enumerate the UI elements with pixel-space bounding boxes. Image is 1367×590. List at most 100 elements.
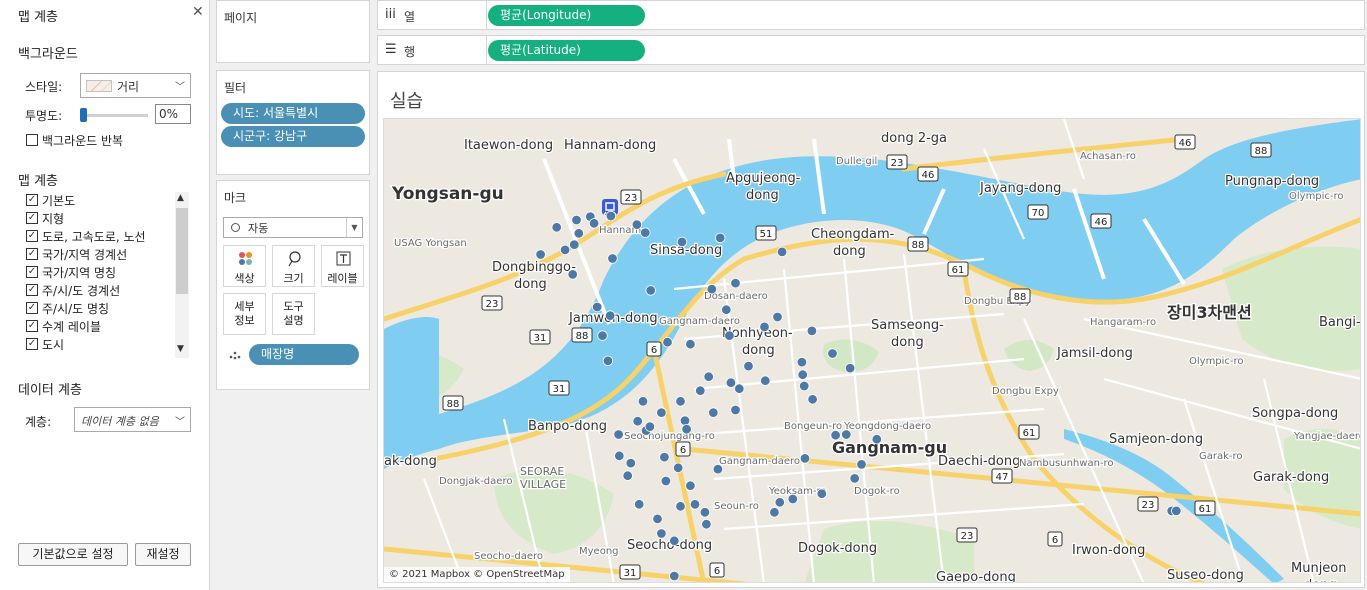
store-point[interactable] bbox=[614, 450, 625, 462]
store-point[interactable] bbox=[535, 249, 546, 260]
layer-checkbox[interactable]: ✓ bbox=[26, 230, 38, 242]
layer-item[interactable]: ✓ 도시 bbox=[22, 335, 192, 353]
store-point[interactable] bbox=[830, 430, 841, 441]
store-point[interactable] bbox=[701, 519, 712, 530]
store-point[interactable] bbox=[602, 355, 614, 367]
store-point[interactable] bbox=[633, 499, 645, 510]
layer-item[interactable]: ✓ 국가/지역 경계선 bbox=[22, 245, 192, 263]
longitude-pill[interactable]: 평균(Longitude) bbox=[488, 5, 645, 26]
layer-checkbox[interactable]: ✓ bbox=[26, 194, 38, 206]
store-point[interactable] bbox=[699, 507, 711, 518]
store-point[interactable] bbox=[759, 321, 770, 333]
store-point[interactable] bbox=[797, 369, 808, 380]
layer-checkbox[interactable]: ✓ bbox=[26, 212, 38, 224]
store-point[interactable] bbox=[849, 473, 860, 484]
store-point[interactable] bbox=[769, 507, 780, 518]
scroll-up-icon[interactable]: ▲ bbox=[177, 193, 184, 203]
store-point[interactable] bbox=[708, 407, 719, 418]
store-point[interactable] bbox=[632, 416, 643, 427]
map-canvas[interactable]: Itaewon-dong Hannam-dong dong 2-ga Yongsan-… bbox=[384, 119, 1361, 583]
store-point[interactable] bbox=[676, 236, 688, 248]
store-point[interactable] bbox=[652, 513, 663, 525]
store-point[interactable] bbox=[689, 499, 701, 510]
store-point[interactable] bbox=[669, 570, 680, 582]
store-point[interactable] bbox=[559, 244, 571, 256]
store-point[interactable] bbox=[551, 222, 562, 233]
columns-shelf[interactable]: iii 열 평균(Longitude) bbox=[377, 0, 1365, 30]
layer-item[interactable]: ✓ 도로, 고속도로, 노선 bbox=[22, 227, 192, 245]
scroll-down-icon[interactable]: ▼ bbox=[177, 344, 184, 354]
store-point[interactable] bbox=[673, 462, 684, 474]
store-point[interactable] bbox=[772, 311, 783, 323]
store-point[interactable] bbox=[706, 283, 718, 295]
label-button[interactable]: 레이블 bbox=[321, 245, 364, 287]
repeat-background-checkbox[interactable] bbox=[26, 134, 38, 146]
tooltip-button[interactable]: 도구 설명 bbox=[272, 293, 315, 335]
store-point[interactable] bbox=[669, 535, 680, 547]
store-point[interactable] bbox=[712, 463, 724, 475]
data-layer-select[interactable]: 데이터 계층 없음 ﹀ bbox=[74, 407, 191, 432]
store-point[interactable] bbox=[604, 310, 616, 321]
store-point[interactable] bbox=[591, 301, 603, 313]
store-point[interactable] bbox=[681, 424, 692, 435]
store-point[interactable] bbox=[607, 253, 618, 264]
store-point[interactable] bbox=[644, 421, 656, 432]
store-point[interactable] bbox=[856, 459, 867, 470]
store-point[interactable] bbox=[703, 371, 714, 382]
store-point[interactable] bbox=[660, 475, 672, 487]
layer-checkbox[interactable]: ✓ bbox=[26, 320, 38, 332]
layer-item[interactable]: ✓ 국가/지역 명칭 bbox=[22, 263, 192, 281]
layer-checkbox[interactable]: ✓ bbox=[26, 338, 38, 350]
pages-card[interactable]: 페이지 bbox=[216, 0, 370, 63]
layer-item[interactable]: ✓ 주/시/도 명칭 bbox=[22, 299, 192, 317]
store-point[interactable] bbox=[662, 336, 673, 348]
reset-button[interactable]: 재설정 bbox=[135, 543, 191, 566]
layer-item[interactable]: ✓ 주/시/도 경계선 bbox=[22, 281, 192, 299]
store-point[interactable] bbox=[605, 210, 617, 222]
store-point[interactable] bbox=[645, 285, 656, 296]
store-point[interactable] bbox=[730, 277, 741, 289]
store-point[interactable] bbox=[685, 480, 696, 491]
map-view[interactable]: Itaewon-dong Hannam-dong dong 2-ga Yongsan-… bbox=[383, 118, 1361, 583]
store-point[interactable] bbox=[776, 246, 788, 258]
store-point[interactable] bbox=[685, 338, 696, 350]
store-point[interactable] bbox=[695, 385, 706, 396]
store-point[interactable] bbox=[637, 396, 649, 407]
store-point[interactable] bbox=[573, 228, 585, 239]
color-button[interactable]: 색상 bbox=[223, 245, 266, 287]
store-point[interactable] bbox=[730, 404, 741, 416]
store-point[interactable] bbox=[796, 356, 808, 368]
layer-checkbox[interactable]: ✓ bbox=[26, 302, 38, 314]
store-point[interactable] bbox=[571, 214, 582, 226]
store-point[interactable] bbox=[659, 451, 670, 463]
store-point[interactable] bbox=[625, 457, 637, 469]
store-point[interactable] bbox=[675, 396, 686, 407]
store-point[interactable] bbox=[721, 304, 732, 315]
size-button[interactable]: 크기 bbox=[272, 245, 315, 287]
detail-button[interactable]: 세부 정보 bbox=[223, 293, 266, 335]
layer-item[interactable]: ✓ 기본도 bbox=[22, 191, 192, 209]
filter-pill-sido[interactable]: 시도: 서울특별시 bbox=[221, 103, 365, 124]
store-point[interactable] bbox=[724, 330, 735, 341]
store-point[interactable] bbox=[799, 453, 811, 464]
store-point[interactable] bbox=[799, 380, 810, 392]
store-point[interactable] bbox=[569, 239, 580, 250]
store-point[interactable] bbox=[743, 360, 754, 372]
store-point[interactable] bbox=[841, 429, 852, 440]
layers-scrollbar[interactable]: ▲ ▼ bbox=[175, 192, 189, 358]
store-point[interactable] bbox=[816, 488, 828, 499]
store-point[interactable] bbox=[844, 362, 856, 374]
filter-pill-sigungu[interactable]: 시군구: 강남구 bbox=[221, 126, 365, 147]
store-point[interactable] bbox=[622, 470, 633, 481]
store-point[interactable] bbox=[679, 415, 691, 426]
mark-type-select[interactable]: 자동 ▼ bbox=[223, 217, 363, 238]
layer-checkbox[interactable]: ✓ bbox=[26, 266, 38, 278]
scrollbar-thumb[interactable] bbox=[176, 208, 188, 294]
style-select[interactable]: 거리 ﹀ bbox=[80, 73, 191, 98]
store-point[interactable] bbox=[656, 528, 667, 539]
store-point[interactable] bbox=[725, 377, 737, 388]
store-point[interactable] bbox=[597, 330, 608, 341]
store-point[interactable] bbox=[734, 383, 745, 394]
opacity-slider-handle[interactable] bbox=[80, 108, 87, 122]
store-point[interactable] bbox=[807, 394, 818, 405]
